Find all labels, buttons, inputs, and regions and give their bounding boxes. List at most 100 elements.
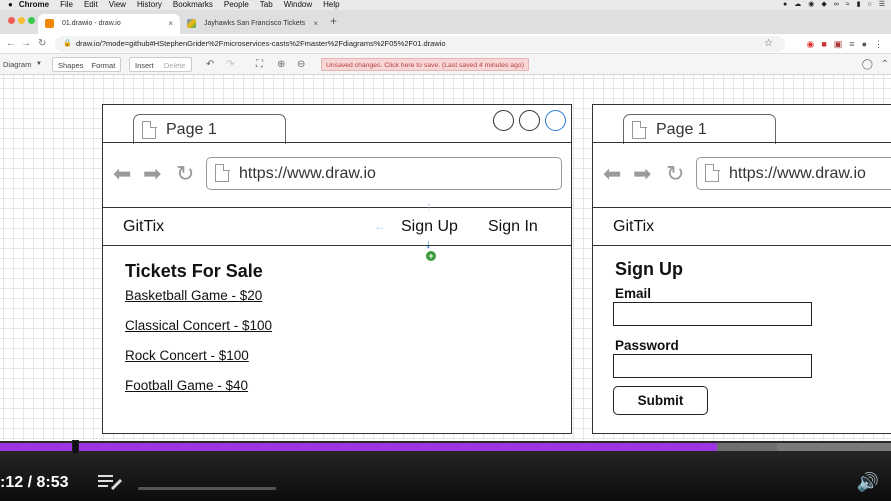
video-slider[interactable]: [138, 487, 276, 490]
ublock-icon[interactable]: ◉: [806, 37, 814, 51]
user-icon[interactable]: ◯: [862, 57, 873, 72]
wifi-icon[interactable]: ≈: [846, 0, 850, 10]
notes-icon[interactable]: [98, 474, 122, 490]
address-bar-row: ← → ↻ 🔒 draw.io/?mode=github#HStephenGri…: [0, 34, 891, 54]
bookmark-star-icon[interactable]: ☆: [764, 36, 773, 52]
maximize-window-icon[interactable]: [28, 17, 35, 24]
cloud-icon[interactable]: ☁: [794, 0, 801, 10]
insert-button[interactable]: Insert: [135, 61, 154, 70]
redo-icon[interactable]: ↷: [226, 57, 234, 72]
insert-delete-group: Insert Delete: [129, 57, 192, 72]
nav-sign-up-link[interactable]: Sign Up: [401, 218, 458, 236]
scrubber-handle[interactable]: [72, 440, 79, 454]
back-icon[interactable]: ←: [6, 37, 16, 51]
divider: [593, 207, 891, 208]
menu-file[interactable]: File: [60, 0, 73, 10]
minimize-window-icon[interactable]: [18, 17, 25, 24]
extensions-area: ◉ ■ ▣ ≡ ● ⋮: [806, 37, 883, 51]
guide-arrow-left-icon: ←: [374, 219, 386, 233]
tab-drawio[interactable]: 01.drawio - draw.io ×: [38, 14, 180, 34]
tickets-heading: Tickets For Sale: [125, 261, 263, 281]
url-text: draw.io/?mode=github#HStephenGrider%2Fmi…: [76, 39, 446, 48]
user-icon[interactable]: ●: [783, 0, 787, 10]
email-field[interactable]: [613, 302, 812, 326]
delete-button[interactable]: Delete: [164, 61, 186, 70]
close-window-icon[interactable]: [8, 17, 15, 24]
browser-mockup-signup[interactable]: Page 1 ⬅ ➡ ↻ https://www.draw.io GitTix …: [592, 104, 891, 434]
ticket-link[interactable]: Rock Concert - $100: [125, 348, 249, 363]
volume-icon[interactable]: 🔊: [857, 472, 879, 493]
close-tab-icon[interactable]: ×: [313, 14, 318, 34]
window-circle-button[interactable]: [545, 110, 566, 131]
menu-app[interactable]: Chrome: [19, 0, 49, 10]
close-tab-icon[interactable]: ×: [168, 14, 173, 34]
menu-people[interactable]: People: [224, 0, 249, 10]
menu-tab[interactable]: Tab: [260, 0, 273, 10]
record-icon[interactable]: ◉: [808, 0, 814, 10]
menu-history[interactable]: History: [137, 0, 162, 10]
chevron-down-icon[interactable]: ▼: [36, 57, 42, 72]
browser-tab-strip: 01.drawio - draw.io × Jayhawks San Franc…: [0, 10, 891, 34]
mockup-url-field[interactable]: https://www.draw.io: [206, 157, 562, 190]
undo-icon[interactable]: ↶: [206, 57, 214, 72]
battery-icon[interactable]: ▮: [857, 0, 861, 10]
more-icon[interactable]: ⋮: [874, 37, 883, 51]
shapes-button[interactable]: Shapes: [58, 61, 83, 70]
mockup-page-tab[interactable]: Page 1: [133, 114, 286, 144]
browser-mockup-tickets[interactable]: Page 1 ⬅ ➡ ↻ https://www.draw.io GitTix …: [102, 104, 572, 434]
brand-gittix[interactable]: GitTix: [123, 218, 164, 236]
menu-view[interactable]: View: [109, 0, 126, 10]
extension-icon[interactable]: ▣: [834, 37, 843, 51]
glasses-icon[interactable]: ∞: [834, 0, 839, 10]
drive-favicon-icon: [187, 19, 196, 28]
zoom-out-icon[interactable]: ⊖: [297, 57, 305, 72]
back-arrow-icon: ⬅: [113, 161, 132, 186]
fullscreen-icon[interactable]: ⛶: [256, 57, 263, 72]
submit-button[interactable]: Submit: [613, 386, 708, 415]
apple-icon[interactable]: ●: [8, 0, 13, 10]
collapse-icon[interactable]: ⌃: [881, 57, 889, 72]
diagram-menu[interactable]: Diagram: [3, 57, 31, 72]
ticket-link[interactable]: Basketball Game - $20: [125, 288, 262, 303]
menu-lines-icon[interactable]: ≡: [849, 37, 854, 51]
mockup-page-tab[interactable]: Page 1: [623, 114, 776, 144]
profile-avatar-icon[interactable]: ●: [862, 37, 867, 51]
control-center-icon[interactable]: ☰: [879, 0, 885, 10]
menu-edit[interactable]: Edit: [84, 0, 98, 10]
ticket-link[interactable]: Classical Concert - $100: [125, 318, 272, 333]
tab-jayhawks[interactable]: Jayhawks San Francisco Tickets ×: [180, 14, 325, 34]
reload-icon[interactable]: ↻: [38, 37, 46, 51]
add-connection-icon[interactable]: +: [426, 251, 436, 261]
spotlight-icon[interactable]: ○: [867, 0, 871, 10]
mockup-url-text: https://www.draw.io: [239, 165, 376, 182]
brand-gittix[interactable]: GitTix: [613, 218, 654, 236]
unsaved-changes-banner[interactable]: Unsaved changes. Click here to save. (La…: [321, 58, 529, 71]
shapes-format-group: Shapes Format: [52, 57, 122, 72]
menu-help[interactable]: Help: [323, 0, 339, 10]
new-tab-button[interactable]: +: [330, 14, 337, 28]
divider: [103, 142, 571, 143]
drawio-toolbar: Diagram ▼ Shapes Format Insert Delete ↶ …: [0, 54, 891, 75]
window-circle-button[interactable]: [493, 110, 514, 131]
ticket-link[interactable]: Football Game - $40: [125, 378, 248, 393]
nav-sign-in-link[interactable]: Sign In: [488, 218, 538, 236]
mockup-url-field[interactable]: https://www.draw.io: [696, 157, 891, 190]
extension-icon[interactable]: ■: [821, 37, 826, 51]
forward-icon[interactable]: →: [21, 37, 31, 51]
time-display: :12 / 8:53: [0, 474, 69, 491]
password-field[interactable]: [613, 354, 812, 378]
menu-window[interactable]: Window: [284, 0, 312, 10]
zoom-in-icon[interactable]: ⊕: [277, 57, 285, 72]
window-circle-button[interactable]: [519, 110, 540, 131]
shield-icon[interactable]: ◆: [821, 0, 826, 10]
divider: [103, 245, 571, 246]
divider: [593, 142, 891, 143]
url-input[interactable]: 🔒 draw.io/?mode=github#HStephenGrider%2F…: [55, 36, 785, 52]
drawio-favicon-icon: [45, 19, 54, 28]
connector-arrow-icon[interactable]: ↓: [425, 237, 432, 250]
email-label: Email: [615, 286, 652, 301]
format-button[interactable]: Format: [92, 61, 116, 70]
menu-bookmarks[interactable]: Bookmarks: [173, 0, 213, 10]
page-icon: [142, 120, 157, 139]
divider: [593, 245, 891, 246]
